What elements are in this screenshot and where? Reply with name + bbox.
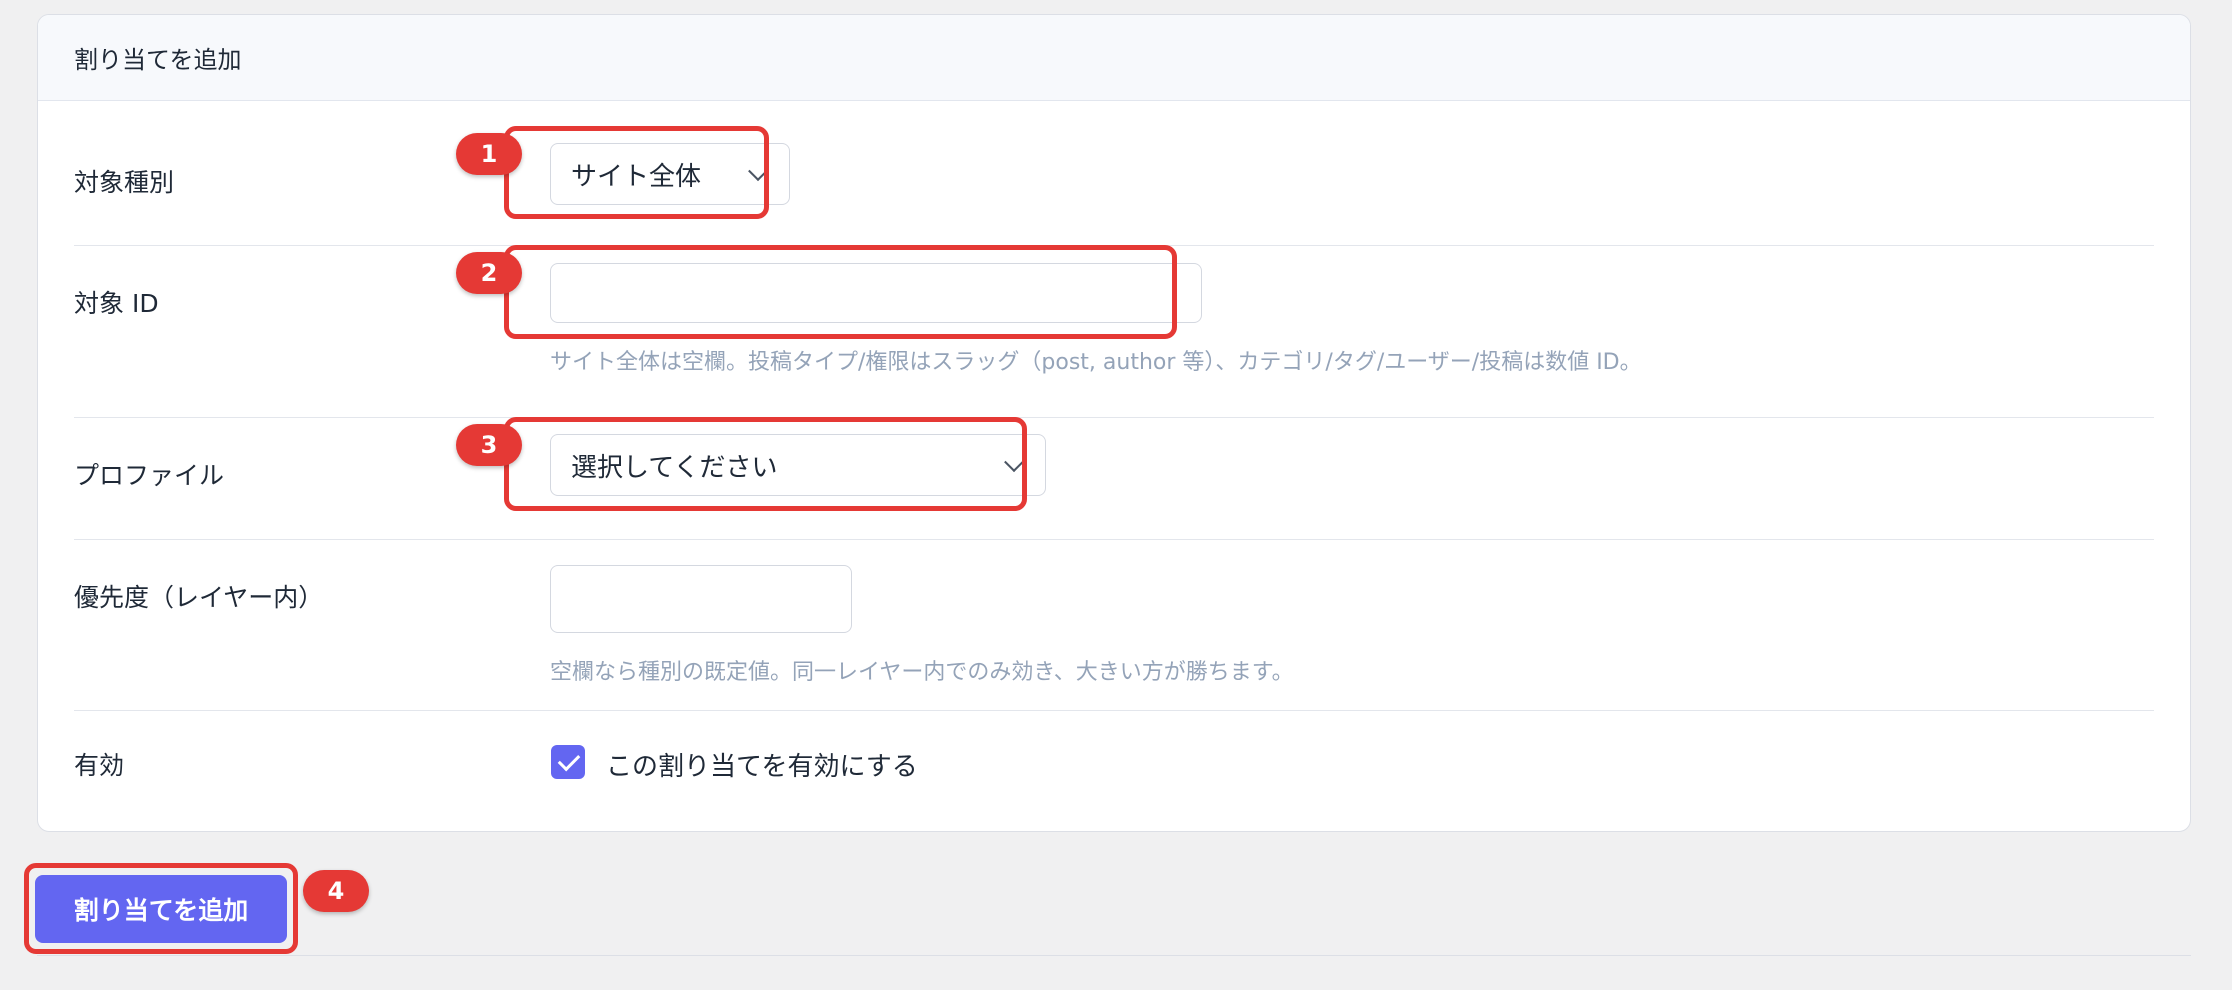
step-badge-2: 2 bbox=[456, 252, 522, 294]
step-badge-1: 1 bbox=[456, 133, 522, 175]
chevron-down-icon bbox=[1004, 452, 1024, 473]
enabled-label: 有効 bbox=[74, 751, 125, 780]
target-id-input[interactable] bbox=[550, 263, 1202, 323]
target-type-select[interactable]: サイト全体 bbox=[550, 143, 790, 205]
add-assignment-button[interactable]: 割り当てを追加 bbox=[35, 875, 287, 943]
add-assignment-panel: 割り当てを追加 対象種別 サイト全体 対象 ID サイト全体は空欄。投稿タイプ/… bbox=[37, 14, 2191, 832]
priority-label: 優先度（レイヤー内） bbox=[74, 583, 324, 612]
divider bbox=[37, 955, 2191, 956]
chevron-down-icon bbox=[748, 161, 768, 182]
step-badge-4: 4 bbox=[303, 870, 369, 912]
priority-input[interactable] bbox=[550, 565, 852, 633]
target-id-label: 対象 ID bbox=[74, 289, 159, 318]
profile-row: プロファイル 選択してください bbox=[74, 418, 2154, 540]
profile-selected: 選択してください bbox=[571, 452, 778, 483]
enabled-checkbox[interactable] bbox=[551, 745, 585, 779]
step-badge-3: 3 bbox=[456, 424, 522, 466]
profile-label: プロファイル bbox=[74, 461, 225, 490]
target-type-label: 対象種別 bbox=[74, 168, 175, 197]
target-type-selected: サイト全体 bbox=[571, 161, 702, 192]
enabled-row: 有効 この割り当てを有効にする bbox=[74, 711, 2154, 831]
profile-select[interactable]: 選択してください bbox=[550, 434, 1046, 496]
target-type-row: 対象種別 サイト全体 bbox=[74, 101, 2154, 246]
target-id-row: 対象 ID サイト全体は空欄。投稿タイプ/権限はスラッグ（post, autho… bbox=[74, 246, 2154, 418]
enabled-checkbox-label[interactable]: この割り当てを有効にする bbox=[606, 746, 918, 783]
target-id-help: サイト全体は空欄。投稿タイプ/権限はスラッグ（post, author 等）、カ… bbox=[550, 350, 1642, 375]
panel-title: 割り当てを追加 bbox=[38, 15, 2190, 101]
priority-help: 空欄なら種別の既定値。同一レイヤー内でのみ効き、大きい方が勝ちます。 bbox=[550, 660, 1294, 685]
priority-row: 優先度（レイヤー内） 空欄なら種別の既定値。同一レイヤー内でのみ効き、大きい方が… bbox=[74, 540, 2154, 711]
